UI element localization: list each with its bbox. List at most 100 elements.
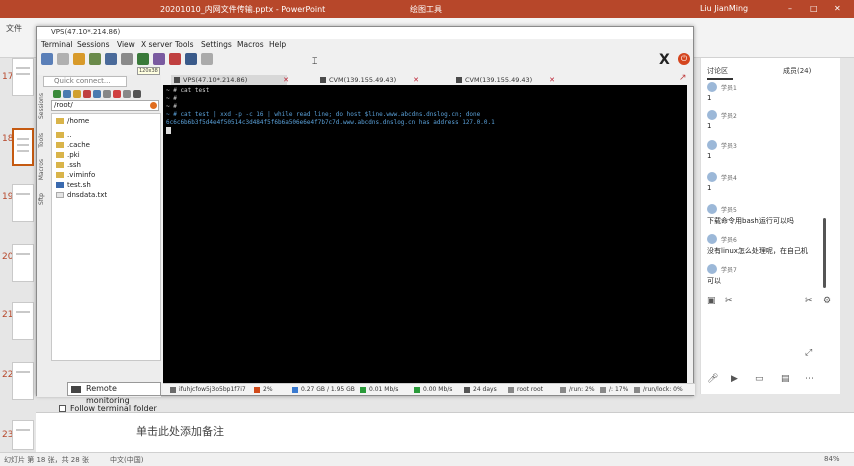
slide-thumbnail[interactable] xyxy=(12,244,34,282)
size-tooltip: 120x38 xyxy=(137,67,160,75)
session-tab-cvm-1[interactable]: CVM(139.155.49.43) ✕ xyxy=(317,75,419,85)
new-file-icon[interactable] xyxy=(103,90,111,98)
view-icon[interactable] xyxy=(121,53,133,65)
go-icon[interactable] xyxy=(150,102,157,109)
side-tab-macros[interactable]: Macros xyxy=(38,159,45,180)
refresh-icon[interactable] xyxy=(63,90,71,98)
drawing-tools-title: 绘图工具 xyxy=(410,5,442,14)
permissions-icon[interactable] xyxy=(133,90,141,98)
power-icon[interactable]: ⏻ xyxy=(678,53,690,65)
games-icon[interactable] xyxy=(89,53,101,65)
remote-monitoring-button[interactable]: Remote monitoring xyxy=(67,382,161,405)
menu-terminal[interactable]: Terminal xyxy=(41,40,73,49)
mobaxterm-title-bar: VPS(47.10*.214.86) xyxy=(37,27,693,39)
screen-share-icon[interactable]: ▭ xyxy=(755,374,764,384)
session-tab-cvm-2[interactable]: CVM(139.155.49.43) ✕ xyxy=(453,75,555,85)
mic-icon[interactable]: 🎤︎ xyxy=(707,374,718,384)
menu-help[interactable]: Help xyxy=(269,40,286,49)
sessions-icon[interactable] xyxy=(105,53,117,65)
download-icon[interactable] xyxy=(93,90,101,98)
tree-item[interactable]: .viminfo xyxy=(56,171,95,179)
tab-discussion[interactable]: 讨论区 xyxy=(707,66,728,76)
chat-scrollbar[interactable] xyxy=(823,218,826,288)
chat-panel: 讨论区 成员(24) 学员1 1 学员2 1 学员3 1 学员4 1 学员5 下载命令用b… xyxy=(700,58,840,394)
mobaxterm-window: VPS(47.10*.214.86) Terminal Sessions Vie… xyxy=(36,26,695,413)
video-icon[interactable]: ▶ xyxy=(731,374,738,384)
follow-terminal-folder-checkbox[interactable]: Follow terminal folder xyxy=(59,404,157,413)
side-tab-sessions[interactable]: Sessions xyxy=(38,93,45,119)
side-tab-tools[interactable]: Tools xyxy=(38,133,45,148)
terminal-line: ~ # cat test xyxy=(166,87,210,94)
checkbox-icon[interactable] xyxy=(59,405,66,412)
tree-item[interactable]: /home xyxy=(56,117,89,125)
image-icon[interactable]: ▣ xyxy=(707,296,716,306)
minimize-icon[interactable]: – xyxy=(788,4,792,13)
settings-icon[interactable]: ⚙ xyxy=(823,296,831,306)
scissors-icon[interactable]: ✂ xyxy=(805,296,813,306)
x-server-icon[interactable]: X xyxy=(659,52,670,68)
new-folder-icon[interactable] xyxy=(73,90,81,98)
slide-thumbnail[interactable] xyxy=(12,302,34,340)
packages-icon[interactable] xyxy=(185,53,197,65)
tab-members[interactable]: 成员(24) xyxy=(783,66,811,76)
delete-icon[interactable] xyxy=(113,90,121,98)
powerpoint-title-bar: 20201010_内网文件传输.pptx - PowerPoint 绘图工具 L… xyxy=(0,0,854,18)
file-tab[interactable]: 文件 xyxy=(6,23,22,34)
status-disk-root: /: 17% xyxy=(599,385,628,395)
more-icon[interactable]: ⋯ xyxy=(805,374,814,384)
upload-icon[interactable] xyxy=(83,90,91,98)
tree-item[interactable]: test.sh xyxy=(56,181,91,189)
avatar xyxy=(707,204,717,214)
menu-macros[interactable]: Macros xyxy=(237,40,264,49)
tab-close-icon[interactable]: ✕ xyxy=(283,75,289,85)
expand-icon[interactable]: ⤢ xyxy=(805,348,812,358)
up-folder-icon[interactable] xyxy=(53,90,61,98)
tab-close-icon[interactable]: ✕ xyxy=(413,75,419,85)
new-tab-icon[interactable]: ↗ xyxy=(679,73,687,83)
tree-item[interactable]: .cache xyxy=(56,141,90,149)
tree-item[interactable]: dnsdata.txt xyxy=(56,191,107,199)
tree-item[interactable]: .ssh xyxy=(56,161,81,169)
tunneling-icon[interactable] xyxy=(169,53,181,65)
slide-thumbnail[interactable] xyxy=(12,420,34,450)
avatar xyxy=(707,82,717,92)
menu-settings[interactable]: Settings xyxy=(201,40,232,49)
slide-thumbnail[interactable] xyxy=(12,184,34,222)
session-icon[interactable] xyxy=(41,53,53,65)
multiexec-icon[interactable] xyxy=(153,53,165,65)
terminal-line: ~ # xyxy=(166,103,177,110)
servers-icon[interactable] xyxy=(57,53,69,65)
tools-icon[interactable] xyxy=(73,53,85,65)
path-input[interactable]: /root/ xyxy=(51,100,159,111)
tab-close-icon[interactable]: ✕ xyxy=(549,75,555,85)
zoom-level[interactable]: 84% xyxy=(824,455,840,463)
menu-sessions[interactable]: Sessions xyxy=(77,40,110,49)
whiteboard-icon[interactable]: ▤ xyxy=(781,374,790,384)
maximize-icon[interactable]: □ xyxy=(810,4,818,13)
tree-item[interactable]: .pki xyxy=(56,151,80,159)
status-download: 0.00 Mb/s xyxy=(413,385,452,395)
terminal-cursor-line xyxy=(166,127,684,135)
side-tab-sftp[interactable]: Sftp xyxy=(38,193,45,205)
tree-item[interactable]: .. xyxy=(56,131,71,139)
slide-thumbnail[interactable] xyxy=(12,362,34,400)
menu-xserver[interactable]: X server xyxy=(141,40,172,49)
rename-icon[interactable] xyxy=(123,90,131,98)
terminal-icon xyxy=(456,77,462,83)
settings-icon[interactable] xyxy=(201,53,213,65)
scissors-icon[interactable]: ✂ xyxy=(725,296,733,306)
slide-thumbnail-active[interactable] xyxy=(12,128,34,166)
split-icon[interactable] xyxy=(137,53,149,65)
language-indicator: 中文(中国) xyxy=(110,456,144,464)
quick-connect-input[interactable]: Quick connect... xyxy=(43,76,127,87)
terminal[interactable]: ~ # cat test ~ # ~ # ~ # cat test | xxd … xyxy=(163,85,687,383)
notes-pane[interactable]: 单击此处添加备注 xyxy=(36,412,854,452)
session-tab-vps[interactable]: VPS(47.10*.214.86) ✕ xyxy=(171,75,289,85)
menu-tools[interactable]: Tools xyxy=(175,40,193,49)
status-disk-run: /run: 2% xyxy=(559,385,595,395)
sidebar: Quick connect... Sessions Tools Macros S… xyxy=(37,75,161,413)
slide-thumbnail[interactable] xyxy=(12,58,34,96)
close-icon[interactable]: ✕ xyxy=(834,4,841,13)
menu-view[interactable]: View xyxy=(117,40,135,49)
side-tabs: Sessions Tools Macros Sftp xyxy=(37,87,49,287)
